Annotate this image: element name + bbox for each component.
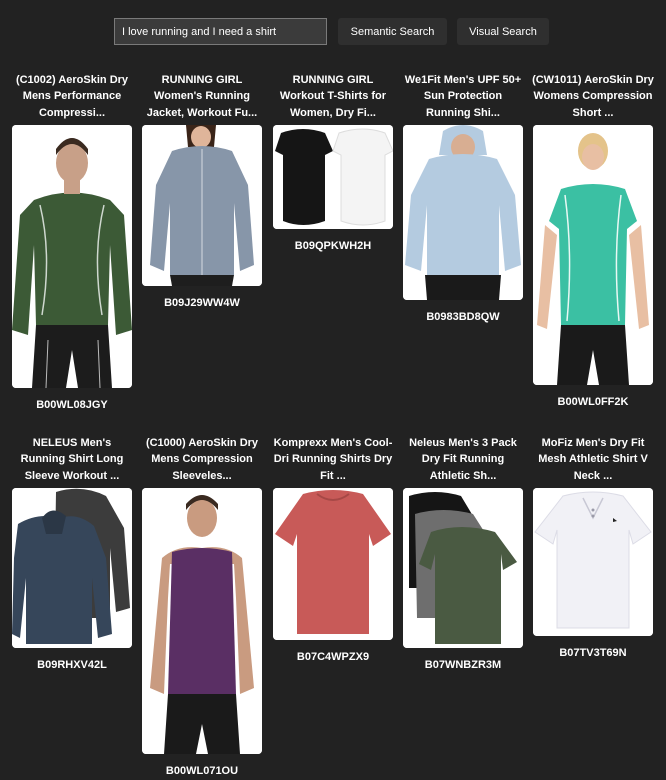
product-card[interactable]: (C1002) AeroSkin Dry Mens Performance Co… [10, 72, 134, 411]
product-code[interactable]: B09QPKWH2H [271, 240, 395, 252]
product-code[interactable]: B09RHXV42L [10, 659, 134, 671]
product-card[interactable]: (C1000) AeroSkin Dry Mens Compression Sl… [140, 435, 264, 777]
product-image[interactable] [12, 488, 132, 648]
product-code[interactable]: B00WL08JGY [10, 399, 134, 411]
search-bar [114, 18, 327, 45]
product-code[interactable]: B0983BD8QW [401, 311, 525, 323]
product-image[interactable] [403, 488, 523, 648]
product-title[interactable]: RUNNING GIRL Women's Running Jacket, Wor… [140, 72, 264, 121]
product-code[interactable]: B07TV3T69N [531, 647, 655, 659]
product-title[interactable]: (CW1011) AeroSkin Dry Womens Compression… [531, 72, 655, 121]
product-code[interactable]: B00WL071OU [140, 765, 264, 777]
product-image[interactable] [12, 125, 132, 388]
product-code[interactable]: B07C4WPZX9 [271, 651, 395, 663]
product-title[interactable]: (C1002) AeroSkin Dry Mens Performance Co… [10, 72, 134, 121]
search-input[interactable] [114, 18, 327, 45]
product-code[interactable]: B00WL0FF2K [531, 396, 655, 408]
product-image[interactable] [273, 488, 393, 640]
visual-search-button[interactable]: Visual Search [457, 18, 549, 45]
product-image[interactable] [533, 125, 653, 385]
product-title[interactable]: Neleus Men's 3 Pack Dry Fit Running Athl… [401, 435, 525, 484]
product-card[interactable]: Neleus Men's 3 Pack Dry Fit Running Athl… [401, 435, 525, 671]
product-card[interactable]: RUNNING GIRL Workout T-Shirts for Women,… [271, 72, 395, 252]
product-title[interactable]: Komprexx Men's Cool-Dri Running Shirts D… [271, 435, 395, 484]
product-card[interactable]: Komprexx Men's Cool-Dri Running Shirts D… [271, 435, 395, 663]
product-title[interactable]: MoFiz Men's Dry Fit Mesh Athletic Shirt … [531, 435, 655, 484]
product-image[interactable] [273, 125, 393, 229]
product-image[interactable] [142, 488, 262, 754]
product-code[interactable]: B07WNBZR3M [401, 659, 525, 671]
product-title[interactable]: (C1000) AeroSkin Dry Mens Compression Sl… [140, 435, 264, 484]
product-card[interactable]: MoFiz Men's Dry Fit Mesh Athletic Shirt … [531, 435, 655, 659]
product-image[interactable] [142, 125, 262, 286]
product-card[interactable]: (CW1011) AeroSkin Dry Womens Compression… [531, 72, 655, 408]
product-title[interactable]: We1Fit Men's UPF 50+ Sun Protection Runn… [401, 72, 525, 121]
product-title[interactable]: NELEUS Men's Running Shirt Long Sleeve W… [10, 435, 134, 484]
product-code[interactable]: B09J29WW4W [140, 297, 264, 309]
product-card[interactable]: We1Fit Men's UPF 50+ Sun Protection Runn… [401, 72, 525, 323]
product-card[interactable]: RUNNING GIRL Women's Running Jacket, Wor… [140, 72, 264, 309]
product-title[interactable]: RUNNING GIRL Workout T-Shirts for Women,… [271, 72, 395, 121]
semantic-search-button[interactable]: Semantic Search [338, 18, 447, 45]
product-card[interactable]: NELEUS Men's Running Shirt Long Sleeve W… [10, 435, 134, 671]
product-image[interactable] [533, 488, 653, 636]
product-image[interactable] [403, 125, 523, 300]
